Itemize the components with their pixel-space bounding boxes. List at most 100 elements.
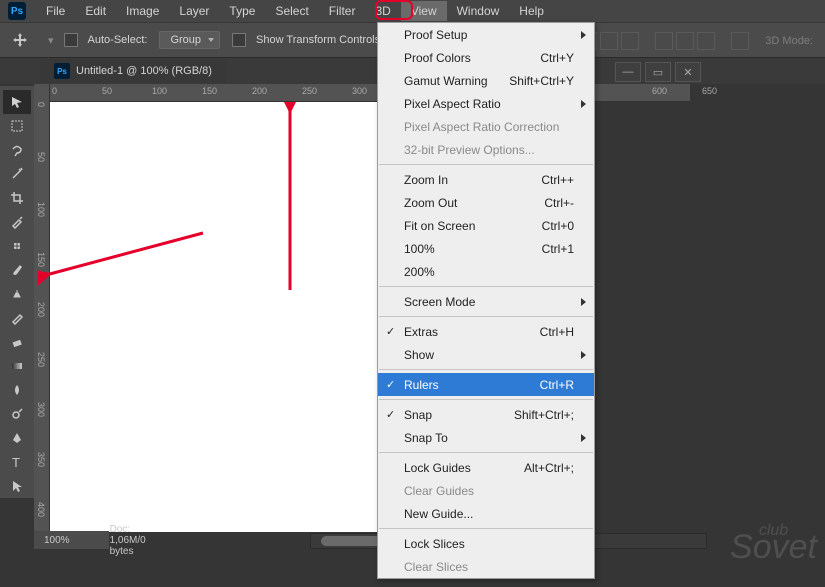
menu-type[interactable]: Type [219,1,265,21]
menu-help[interactable]: Help [509,1,554,21]
magic-wand-tool[interactable] [3,162,31,186]
menu-select[interactable]: Select [265,1,318,21]
menu-item-clear-slices: Clear Slices [378,555,594,578]
menu-item-snap[interactable]: ✓SnapShift+Ctrl+; [378,403,594,426]
menu-item-snap-to[interactable]: Snap To [378,426,594,449]
menu-item-lock-guides[interactable]: Lock Guides Alt+Ctrl+; [378,456,594,479]
menu-image[interactable]: Image [116,1,169,21]
align-icon[interactable] [621,32,639,50]
menu-window[interactable]: Window [447,1,510,21]
ruler-h-tick: 100 [152,86,167,96]
menu-filter[interactable]: Filter [319,1,366,21]
menu-item-label: Lock Slices [404,537,465,551]
blur-tool[interactable] [3,378,31,402]
menu-item-proof-colors[interactable]: Proof ColorsCtrl+Y [378,46,594,69]
pen-tool[interactable] [3,426,31,450]
history-brush-tool[interactable] [3,306,31,330]
ps-doc-icon: Ps [54,63,70,79]
group-dropdown[interactable]: Group [159,31,220,49]
marquee-tool[interactable] [3,114,31,138]
doc-info[interactable]: Doc: 1,06M/0 bytes [110,524,146,557]
auto-select-label: Auto-Select: [88,34,148,46]
menu-item-label: 100% [404,242,435,256]
menu-item-new-guide-[interactable]: New Guide... [378,502,594,525]
menu-item-200-[interactable]: 200% [378,260,594,283]
menu-shortcut: Ctrl+1 [542,242,574,256]
menu-item-gamut-warning[interactable]: Gamut WarningShift+Ctrl+Y [378,69,594,92]
menu-shortcut: Ctrl+- [544,196,574,210]
type-tool[interactable]: T [3,450,31,474]
align-icon[interactable] [676,32,694,50]
path-selection-tool[interactable] [3,474,31,498]
menu-separator [379,369,593,370]
menu-file[interactable]: File [36,1,75,21]
menu-item-label: 200% [404,265,435,279]
align-icon[interactable] [697,32,715,50]
menu-item-zoom-in[interactable]: Zoom InCtrl++ [378,168,594,191]
move-tool[interactable] [3,90,31,114]
menu-shortcut: Alt+Ctrl+; [524,461,574,475]
ruler-h-tick: 0 [52,86,57,96]
eraser-tool[interactable] [3,330,31,354]
minimize-button[interactable]: — [615,62,641,82]
menu-item-label: Fit on Screen [404,219,475,233]
menu-3d[interactable]: 3D [365,1,400,21]
ruler-v-tick: 150 [36,252,46,267]
canvas[interactable] [50,102,380,532]
check-icon: ✓ [386,325,395,338]
menu-item-label: Lock Guides [404,461,471,475]
crop-tool[interactable] [3,186,31,210]
menu-shortcut: Ctrl+Y [540,51,574,65]
eyedropper-tool[interactable] [3,210,31,234]
ruler-v-tick: 200 [36,302,46,317]
menu-item-zoom-out[interactable]: Zoom Out Ctrl+- [378,191,594,214]
document-tab[interactable]: Ps Untitled-1 @ 100% (RGB/8) [40,59,226,83]
lasso-tool[interactable] [3,138,31,162]
distribute-icon[interactable] [731,32,749,50]
ruler-h-tick: 600 [652,86,667,96]
menu-item-label: Zoom Out [404,196,457,210]
menu-separator [379,316,593,317]
menu-item-pixel-aspect-ratio[interactable]: Pixel Aspect Ratio [378,92,594,115]
menu-separator [379,399,593,400]
menu-view[interactable]: View [401,1,447,21]
align-icon[interactable] [600,32,618,50]
dodge-tool[interactable] [3,402,31,426]
menu-item-proof-setup[interactable]: Proof Setup [378,23,594,46]
menu-item-100-[interactable]: 100% Ctrl+1 [378,237,594,260]
menu-item-fit-on-screen[interactable]: Fit on ScreenCtrl+0 [378,214,594,237]
menu-item-screen-mode[interactable]: Screen Mode [378,290,594,313]
align-icon[interactable] [655,32,673,50]
healing-brush-tool[interactable] [3,234,31,258]
brush-tool[interactable] [3,258,31,282]
align-group-2 [655,32,715,50]
ruler-vertical[interactable]: 050100150200250300350400 [34,84,50,544]
menu-shortcut: Ctrl++ [541,173,574,187]
close-button[interactable]: ✕ [675,62,701,82]
show-transform-checkbox[interactable] [232,33,246,47]
watermark: club Sovet [730,522,817,567]
menu-layer[interactable]: Layer [169,1,219,21]
menu-separator [379,164,593,165]
menu-edit[interactable]: Edit [75,1,116,21]
menu-item-extras[interactable]: ✓ExtrasCtrl+H [378,320,594,343]
menu-item-label: Snap To [404,431,448,445]
menu-item-label: Pixel Aspect Ratio [404,97,501,111]
move-tool-indicator [10,30,30,50]
menu-item-rulers[interactable]: ✓RulersCtrl+R [378,373,594,396]
maximize-button[interactable]: ▭ [645,62,671,82]
auto-select-checkbox[interactable] [64,33,78,47]
ruler-v-tick: 350 [36,452,46,467]
menu-item-32-bit-preview-options-: 32-bit Preview Options... [378,138,594,161]
ruler-h-tick: 200 [252,86,267,96]
ruler-v-tick: 0 [36,102,46,107]
zoom-level[interactable]: 100% [44,535,70,546]
app-icon: Ps [8,2,26,20]
menu-item-show[interactable]: Show [378,343,594,366]
menu-item-lock-slices[interactable]: Lock Slices [378,532,594,555]
menu-item-label: New Guide... [404,507,473,521]
ruler-v-tick: 100 [36,202,46,217]
menu-item-clear-guides: Clear Guides [378,479,594,502]
clone-stamp-tool[interactable] [3,282,31,306]
gradient-tool[interactable] [3,354,31,378]
